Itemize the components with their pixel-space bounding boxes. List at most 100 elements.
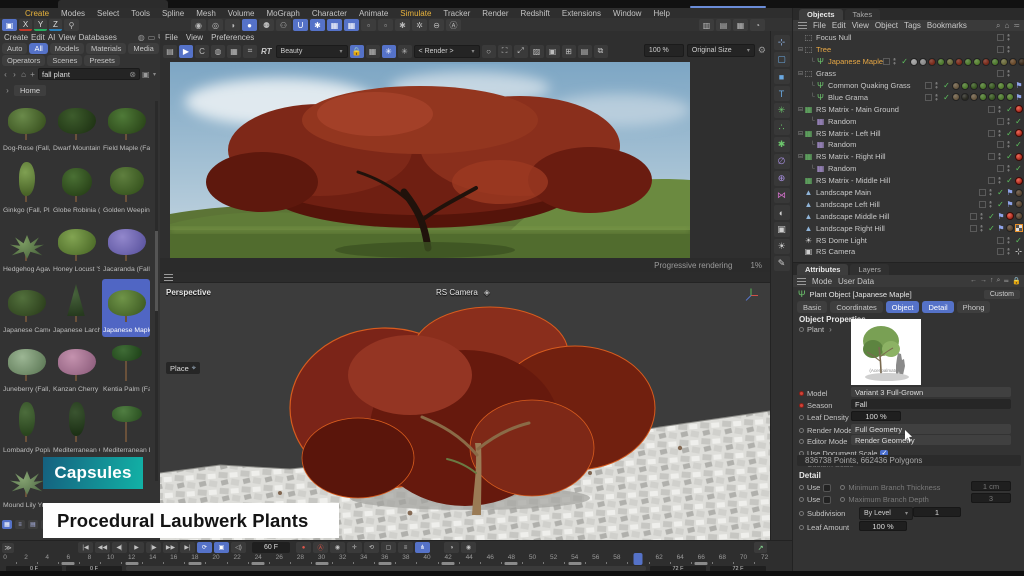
om-menu-view[interactable]: View: [852, 21, 869, 30]
asset-japanese[interactable]: Japanese Larch (Fall, Pl...: [52, 279, 100, 337]
axis-lock-x[interactable]: X: [19, 19, 32, 31]
spline-tool-icon[interactable]: ▢: [774, 52, 790, 67]
material-tag[interactable]: [973, 58, 981, 66]
goto-start-button[interactable]: |◀: [78, 542, 93, 553]
playhead[interactable]: [634, 553, 643, 565]
ab-menu-databases[interactable]: Databases: [79, 33, 117, 42]
nav-up-icon[interactable]: ↑: [990, 277, 994, 285]
visibility-dots[interactable]: [935, 82, 938, 89]
object-row-rs-matrix-left-hill[interactable]: ⊟▦RS Matrix - Left Hill✓: [793, 127, 1024, 139]
layer-toggle[interactable]: [925, 82, 932, 89]
material-tag[interactable]: [961, 82, 969, 90]
menu-tools[interactable]: Tools: [126, 9, 155, 18]
asset-golden[interactable]: Golden Weeping Willo...: [102, 159, 150, 217]
search-options-caret[interactable]: ▾: [151, 71, 158, 78]
ab-tab-scenes[interactable]: Scenes: [47, 55, 82, 66]
record-params-button[interactable]: ≡: [398, 542, 413, 553]
window-icon[interactable]: ▭: [148, 33, 156, 42]
record-scale-button[interactable]: ▢: [381, 542, 396, 553]
phong-tag-icon[interactable]: ⚑: [997, 212, 1005, 221]
render-settings-button[interactable]: ▦: [733, 19, 748, 31]
cluster-icon[interactable]: ∴: [774, 120, 790, 135]
ab-tab-materials[interactable]: Materials: [86, 43, 126, 54]
object-row-landscape-main[interactable]: ▲Landscape Main✓⚑: [793, 187, 1024, 199]
attr-chip-coordinates[interactable]: Coordinates: [830, 301, 882, 313]
asset-juneberry[interactable]: Juneberry (Fall, Plant): [2, 338, 50, 396]
season-field[interactable]: Fall: [851, 399, 1011, 409]
layer-toggle[interactable]: [997, 118, 1004, 125]
nav-forward-icon[interactable]: →: [980, 277, 987, 285]
axis-lock-y[interactable]: Y: [34, 19, 47, 31]
focus-icon[interactable]: ⛶: [498, 45, 512, 58]
grid-dim2-icon[interactable]: ▫: [378, 19, 393, 31]
menu-character[interactable]: Character: [307, 9, 352, 18]
material-tag[interactable]: [991, 58, 999, 66]
min-branch-field[interactable]: 1 cm: [971, 481, 1011, 491]
object-row-tree[interactable]: ⊟⬚Tree: [793, 44, 1024, 56]
layer-toggle[interactable]: [997, 237, 1004, 244]
om-filter-icon[interactable]: ≂: [1013, 21, 1020, 31]
material-tag[interactable]: [928, 58, 936, 66]
menu-tracker[interactable]: Tracker: [438, 9, 475, 18]
layer-toggle[interactable]: [988, 130, 995, 137]
object-row-rs-matrix-main-ground[interactable]: ⊟▦RS Matrix - Main Ground✓: [793, 103, 1024, 115]
asset-ginkgo[interactable]: Ginkgo (Fall, Plant): [2, 159, 50, 217]
layer-toggle[interactable]: [988, 106, 995, 113]
om-menu-object[interactable]: Object: [875, 21, 898, 30]
asset-mediterranean[interactable]: Mediterranean Cypres...: [52, 399, 100, 457]
about-icon[interactable]: Ⓐ: [446, 19, 461, 31]
enabled-check-icon[interactable]: ✓: [942, 81, 951, 90]
render-view-button[interactable]: ▥: [699, 19, 714, 31]
camera-link-icon[interactable]: ⊹: [1014, 247, 1023, 256]
om-home-icon[interactable]: ⌂: [1004, 21, 1009, 31]
forward-icon[interactable]: ›: [11, 70, 18, 79]
ab-tab-media[interactable]: Media: [128, 43, 158, 54]
phong-tag-icon[interactable]: ⚑: [1015, 93, 1023, 102]
object-row-rs-matrix-right-hill[interactable]: ⊟▦RS Matrix - Right Hill✓: [793, 151, 1024, 163]
layer-toggle[interactable]: [988, 153, 995, 160]
asset-field[interactable]: Field Maple (Fall, Plant): [102, 97, 150, 155]
redshift-material-tag[interactable]: [1015, 129, 1023, 137]
document-tab[interactable]: [58, 0, 168, 8]
attr-chip-basic[interactable]: Basic: [797, 301, 827, 313]
model-dropdown[interactable]: Variant 3 Full-Grown: [851, 387, 1011, 397]
phong-tag-icon[interactable]: ⚑: [1006, 188, 1014, 197]
simulate-ground-icon[interactable]: ◉: [191, 19, 206, 31]
expander-icon[interactable]: ⊟: [797, 70, 804, 77]
material-tag[interactable]: [961, 93, 969, 101]
object-row-grass[interactable]: ⊟⬚Grass: [793, 68, 1024, 80]
visibility-dots[interactable]: [1007, 248, 1010, 255]
ab-tab-auto[interactable]: Auto: [2, 43, 27, 54]
spline-modifier-icon[interactable]: ∅: [774, 154, 790, 169]
fcurve-icon[interactable]: ↗: [754, 542, 767, 553]
enabled-check-icon[interactable]: ✓: [942, 93, 951, 102]
asset-japanese[interactable]: Japanese Camellia (Fal...: [2, 279, 50, 337]
simulate-balloon-icon[interactable]: ◎: [208, 19, 223, 31]
ab-compare-icon[interactable]: ◍: [211, 45, 225, 58]
enabled-check-icon[interactable]: ✓: [1005, 152, 1014, 161]
material-tag[interactable]: [1006, 93, 1014, 101]
ab-menu-ai[interactable]: AI: [48, 33, 56, 42]
object-row-common-quaking-grass[interactable]: └ΨCommon Quaking Grass✓⚑: [793, 80, 1024, 92]
attr-tab-attributes[interactable]: Attributes: [797, 264, 848, 275]
zoom-field[interactable]: 100 %: [644, 44, 684, 57]
visibility-dots[interactable]: [1007, 118, 1010, 125]
material-tag[interactable]: [979, 82, 987, 90]
nav-back-icon[interactable]: ←: [970, 277, 977, 285]
crop-icon[interactable]: ⌗: [243, 45, 257, 58]
text-tool-icon[interactable]: T: [774, 86, 790, 101]
grid-b-icon[interactable]: ▦: [344, 19, 359, 31]
object-row-random[interactable]: └▦Random✓: [793, 115, 1024, 127]
grid-dim-icon[interactable]: ▫: [361, 19, 376, 31]
asset-jacaranda[interactable]: Jacaranda (Fall, Plant): [102, 218, 150, 276]
phong-tag-icon[interactable]: ⚑: [997, 224, 1005, 233]
asset-lombardy[interactable]: Lombardy Poplar (Fall...: [2, 399, 50, 457]
visibility-dots[interactable]: [935, 94, 938, 101]
search-input[interactable]: fall plant ⊗: [38, 68, 140, 80]
material-tag[interactable]: [970, 93, 978, 101]
breadcrumb-home[interactable]: Home: [14, 85, 46, 96]
visibility-dots[interactable]: [1007, 34, 1010, 41]
character-icon[interactable]: ⚇: [276, 19, 291, 31]
expand-icon[interactable]: ⤢: [514, 45, 528, 58]
clear-search-icon[interactable]: ⊗: [129, 70, 136, 79]
